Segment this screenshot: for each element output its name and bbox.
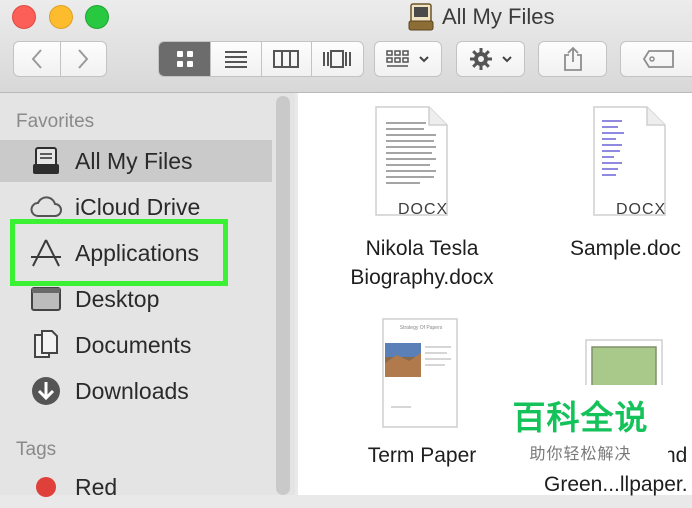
watermark-title: 百科全说 [512,399,649,436]
icon-view-button[interactable] [159,42,212,76]
back-button[interactable] [14,42,61,76]
all-files-icon [28,143,64,179]
documents-icon [28,327,64,363]
sidebar-item-label: iCloud Drive [75,193,201,220]
sidebar-item-documents[interactable]: Documents [0,324,272,366]
file-name-line: Term Paper [367,444,477,467]
file-item-term-paper[interactable]: Strategy Of Papers [381,317,459,434]
sidebar: Favorites All My Files iCloud Drive Appl… [0,93,295,500]
chevron-down-icon [501,56,512,63]
share-button[interactable] [538,41,607,77]
share-icon [563,46,582,71]
action-dropdown[interactable] [456,41,525,77]
sidebar-item-downloads[interactable]: Downloads [0,370,272,412]
sidebar-item-label: Documents [75,331,192,358]
all-files-icon [408,3,434,31]
edit-tags-button[interactable] [620,41,692,77]
file-name-line: Biography.docx [350,266,494,289]
window-titlebar: All My Files [0,0,692,93]
desktop-icon [28,281,64,317]
term-paper-preview-heading: Strategy Of Papers [399,325,443,331]
gear-icon [469,48,492,70]
window-title-text: All My Files [442,4,555,29]
list-icon [224,51,247,68]
red-tag-dot-icon [28,469,64,505]
file-name-line: Sample.doc [570,237,681,260]
arrange-grid-icon [386,50,409,67]
sidebar-scrollbar[interactable] [276,96,290,495]
list-view-button[interactable] [211,42,262,76]
favorites-header: Favorites [16,111,95,132]
columns-icon [273,50,300,68]
forward-button[interactable] [61,42,107,76]
chevron-down-icon [419,56,429,63]
applications-highlight-box [10,219,228,286]
window-title: All My Files [408,2,554,32]
view-mode-control [158,41,364,77]
file-type-badge: DOCX [616,201,667,218]
sidebar-item-label: All My Files [75,147,193,174]
close-window-button[interactable] [12,5,36,29]
sidebar-item-label: Desktop [75,285,160,312]
navigation-buttons [13,41,107,77]
zoom-window-button[interactable] [85,5,109,29]
watermark: 百科全说 助你轻松解决 [493,385,668,467]
tags-header: Tags [16,439,57,460]
watermark-subtitle: 助你轻松解决 [529,446,632,463]
sidebar-tag-red[interactable]: Red [0,466,272,508]
tag-icon [642,50,674,68]
minimize-window-button[interactable] [49,5,73,29]
term-paper-document-icon [382,318,458,428]
cover-flow-icon [323,50,352,68]
arrange-dropdown[interactable] [374,41,442,77]
column-view-button[interactable] [262,42,312,76]
file-name-line: Nikola Tesla [365,237,479,260]
file-type-badge: DOCX [398,201,449,218]
cover-flow-view-button[interactable] [312,42,363,76]
chevron-right-icon [78,49,89,69]
grid-icon [176,51,193,67]
chevron-left-icon [31,49,42,69]
downloads-icon [28,373,64,409]
sidebar-tag-label: Red [75,473,118,500]
sidebar-item-all-my-files[interactable]: All My Files [0,140,272,182]
sidebar-item-label: Downloads [75,377,189,404]
